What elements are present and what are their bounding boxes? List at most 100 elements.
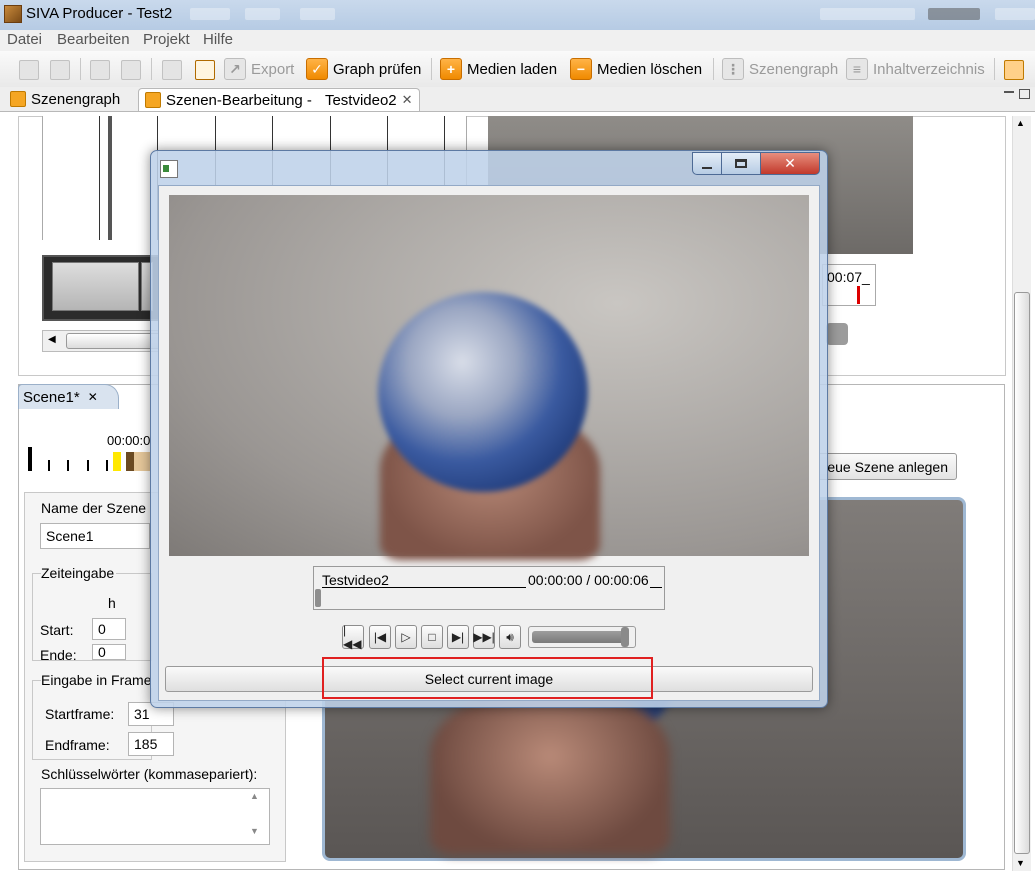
scene-graph-button[interactable]: ⋮ Szenengraph — [722, 57, 838, 81]
export-icon: ↗ — [224, 58, 246, 80]
media-name: Testvideo2 — [322, 572, 389, 588]
maximize-button[interactable] — [721, 152, 761, 175]
toolbar-separator — [431, 58, 432, 80]
skip-to-start-button[interactable]: |◀◀ — [342, 623, 364, 651]
plus-icon: + — [440, 58, 462, 80]
close-icon: ✕ — [784, 155, 796, 171]
preview-hand — [430, 690, 670, 855]
end-hour-field[interactable]: 0 — [92, 644, 126, 660]
titlebar-ghost-control — [190, 8, 230, 20]
menu-bearbeiten[interactable]: Bearbeiten — [57, 31, 130, 48]
film-frame[interactable] — [52, 262, 139, 311]
scroll-down-icon[interactable]: ▼ — [1016, 858, 1025, 868]
menu-datei[interactable]: Datei — [7, 31, 42, 48]
startframe-label: Startframe: — [45, 706, 115, 722]
undo-icon[interactable] — [90, 60, 110, 80]
scene-timeline-marker — [28, 447, 32, 471]
close-button[interactable]: ✕ — [760, 152, 820, 175]
tab-scene1[interactable]: Scene1* ✕ — [18, 384, 119, 409]
progress-handle[interactable] — [315, 589, 321, 607]
video-ball — [378, 292, 588, 492]
scene-start-marker[interactable] — [113, 452, 121, 471]
timeline-tick — [67, 460, 69, 471]
tab-scene-editing[interactable]: Szenen-Bearbeitung - Testvideo2 ✕ — [138, 88, 420, 111]
scroll-left-icon[interactable]: ◀ — [48, 334, 56, 345]
menu-hilfe[interactable]: Hilfe — [203, 31, 233, 48]
tab-szenengraph[interactable]: Szenengraph — [4, 88, 126, 110]
toc-button[interactable]: ≡ Inhaltverzeichnis — [846, 57, 985, 81]
volume-button[interactable]: 🔊︎ — [499, 625, 521, 649]
timeline-tick — [87, 460, 89, 471]
scene-edit-tab-icon — [145, 92, 161, 108]
play-icon: ▷ — [401, 630, 411, 644]
frame-input-label: Eingabe in Frame — [41, 672, 154, 688]
titlebar-ghost-control — [820, 8, 915, 20]
save-all-icon[interactable] — [162, 60, 182, 80]
step-back-icon: |◀ — [373, 630, 387, 644]
timeline-marker — [108, 116, 112, 240]
redo-icon[interactable] — [121, 60, 141, 80]
minus-icon: − — [570, 58, 592, 80]
speaker-icon: 🔊︎ — [506, 629, 514, 644]
endframe-field[interactable]: 185 — [128, 732, 174, 756]
new-scene-button[interactable]: eue Szene anlegen — [812, 453, 957, 480]
new-file-icon[interactable] — [19, 60, 39, 80]
close-tab-icon[interactable]: ✕ — [402, 92, 413, 108]
save-icon[interactable] — [50, 60, 70, 80]
play-button[interactable]: ▷ — [395, 625, 417, 649]
slider-thumb[interactable] — [826, 323, 848, 345]
media-time: 00:00:00 / 00:00:06 — [528, 572, 649, 588]
titlebar-ghost-control — [928, 8, 980, 20]
titlebar-ghost-control — [300, 8, 335, 20]
timeline-tick — [106, 460, 108, 471]
position-marker — [857, 286, 860, 304]
graph-icon: ⋮ — [722, 58, 744, 80]
scroll-up-icon[interactable]: ▲ — [1016, 118, 1025, 128]
menu-projekt[interactable]: Projekt — [143, 31, 190, 48]
scroll-up-icon[interactable]: ▲ — [250, 791, 259, 801]
start-time-label: Start: — [40, 622, 74, 638]
more-tools-icon[interactable] — [1004, 60, 1024, 80]
toolbar-separator — [80, 58, 81, 80]
scene-end-marker[interactable] — [126, 452, 134, 471]
next-frame-button[interactable]: ▶| — [447, 625, 469, 649]
window-title: SIVA Producer - Test2 — [26, 5, 173, 22]
maximize-icon — [735, 159, 747, 168]
media-time-underline — [650, 587, 662, 588]
hour-header: h — [108, 595, 116, 611]
stop-button[interactable]: □ — [421, 625, 443, 649]
scene-graph-tab-icon — [10, 91, 26, 107]
titlebar-ghost-control — [995, 8, 1035, 20]
toolbar-separator — [713, 58, 714, 80]
dialog-icon — [160, 160, 178, 178]
step-forward-icon: ▶| — [451, 630, 465, 644]
graph-check-icon: ✓ — [306, 58, 328, 80]
scrollbar-thumb[interactable] — [1014, 292, 1030, 854]
close-tab-icon[interactable]: ✕ — [88, 390, 98, 404]
scene-time-label: 00:00:0 — [107, 433, 151, 448]
stop-icon: □ — [428, 630, 436, 644]
keywords-label: Schlüsselwörter (kommasepariert): — [41, 766, 258, 782]
maximize-view-icon[interactable] — [1019, 89, 1030, 99]
delete-media-button[interactable]: − Medien löschen — [570, 57, 702, 81]
keywords-textarea[interactable] — [40, 788, 270, 845]
end-time-label: Ende: — [40, 647, 77, 663]
media-name-underline — [322, 587, 526, 588]
volume-thumb[interactable] — [621, 627, 629, 647]
scene-name-field[interactable]: Scene1 — [40, 523, 150, 549]
toolbar-separator — [994, 58, 995, 80]
minimize-icon — [702, 166, 712, 169]
minimize-view-icon[interactable] — [1004, 91, 1014, 93]
time-input-label: Zeiteingabe — [41, 565, 117, 581]
list-icon: ≡ — [846, 58, 868, 80]
preview-icon[interactable] — [195, 60, 215, 80]
start-hour-field[interactable]: 0 — [92, 618, 126, 640]
scene-name-label: Name der Szene — [41, 500, 147, 516]
export-button[interactable]: ↗ Export — [224, 57, 294, 81]
previous-frame-button[interactable]: |◀ — [369, 625, 391, 649]
minimize-button[interactable] — [692, 152, 722, 175]
scroll-down-icon[interactable]: ▼ — [250, 826, 259, 836]
load-media-button[interactable]: + Medien laden — [440, 57, 557, 81]
skip-to-end-button[interactable]: ▶▶| — [473, 625, 495, 649]
check-graph-button[interactable]: ✓ Graph prüfen — [306, 57, 421, 81]
